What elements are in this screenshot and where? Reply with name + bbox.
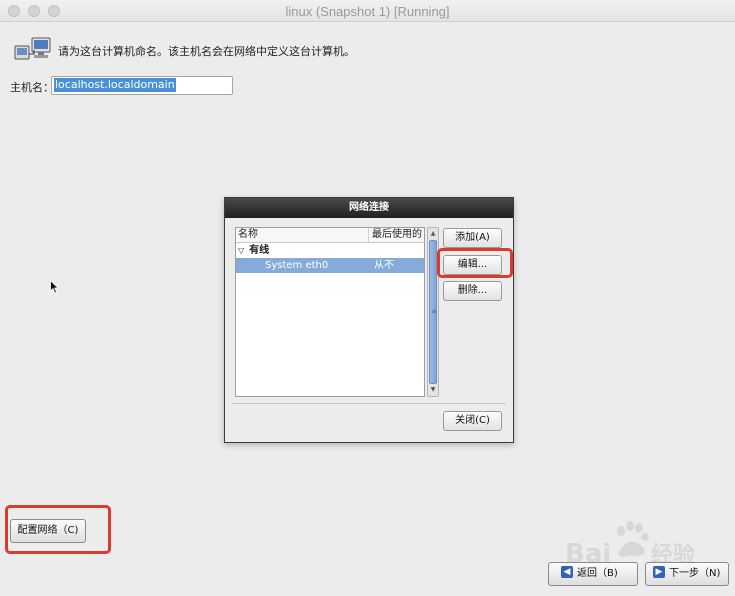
list-header: 名称 最后使用的 — [236, 228, 424, 243]
wired-group-row[interactable]: ▽ 有线 — [236, 243, 424, 258]
back-button-label: 返回（B) — [577, 568, 618, 579]
connection-row-eth0[interactable]: System eth0 从不 — [236, 258, 424, 273]
hostname-input[interactable]: localhost.localdomain — [51, 76, 233, 95]
configure-network-button[interactable]: 配置网络（C) — [10, 519, 86, 543]
add-button[interactable]: 添加(A) — [443, 228, 502, 248]
delete-button[interactable]: 删除... — [443, 281, 502, 301]
back-button[interactable]: ◀ 返回（B) — [548, 562, 638, 586]
grip-icon: ≡ — [431, 308, 437, 315]
column-last-used-header[interactable]: 最后使用的 — [369, 228, 424, 242]
network-computers-icon — [14, 36, 54, 64]
network-connections-dialog: 网络连接 名称 最后使用的 ▽ 有线 System eth0 从不 ▲ ≡ ▼ … — [224, 197, 514, 443]
scroll-up-icon[interactable]: ▲ — [428, 229, 438, 239]
title-bar: linux (Snapshot 1) [Running] — [0, 0, 735, 22]
connection-last-used: 从不 — [374, 260, 394, 271]
wired-group-label: 有线 — [249, 245, 270, 256]
close-button[interactable]: 关闭(C) — [443, 411, 502, 431]
column-name-header[interactable]: 名称 — [236, 228, 369, 242]
expand-triangle-icon[interactable]: ▽ — [238, 243, 244, 258]
window-title: linux (Snapshot 1) [Running] — [285, 4, 450, 19]
dialog-separator — [232, 403, 506, 404]
connection-list[interactable]: 名称 最后使用的 ▽ 有线 System eth0 从不 — [235, 227, 425, 397]
hostname-value: localhost.localdomain — [54, 78, 176, 92]
connection-name: System eth0 — [265, 260, 329, 271]
next-button-label: 下一步（N) — [669, 568, 721, 579]
scrollbar-thumb[interactable]: ≡ — [429, 240, 437, 384]
next-button[interactable]: ▶ 下一步（N) — [645, 562, 729, 586]
mouse-pointer-icon — [50, 279, 60, 297]
edit-highlight-box — [437, 248, 513, 278]
next-arrow-icon: ▶ — [653, 566, 665, 578]
scroll-down-icon[interactable]: ▼ — [428, 385, 438, 395]
dialog-title: 网络连接 — [225, 198, 513, 218]
intro-text: 请为这台计算机命名。该主机名会在网络中定义这台计算机。 — [58, 45, 355, 58]
hostname-label: 主机名： — [10, 81, 54, 94]
back-arrow-icon: ◀ — [561, 566, 573, 578]
